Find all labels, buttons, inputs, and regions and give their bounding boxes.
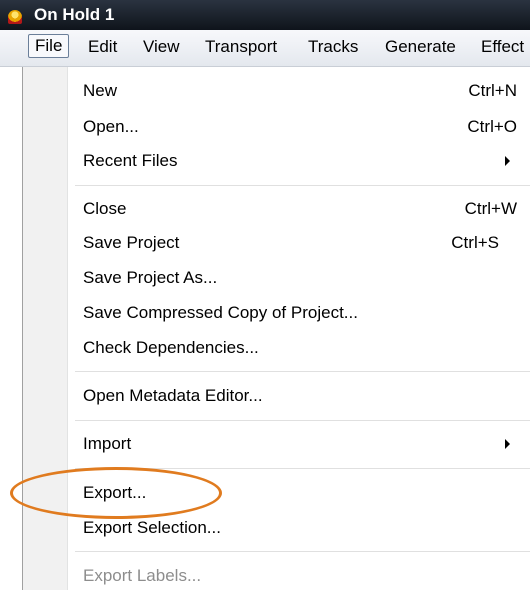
file-menu-dropdown: New Ctrl+N Open... Ctrl+O Recent Files C… <box>22 67 530 590</box>
menu-item-export-labels: Export Labels... <box>83 566 202 585</box>
menu-item-check-dependencies[interactable]: Check Dependencies... <box>83 330 259 366</box>
menu-icon-gutter <box>23 67 68 590</box>
menu-item-save-project-as[interactable]: Save Project As... <box>83 260 217 296</box>
menu-item-recent-files[interactable]: Recent Files <box>83 143 177 179</box>
menu-item-export[interactable]: Export... <box>83 475 146 511</box>
menu-separator <box>75 371 530 373</box>
menu-tracks[interactable]: Tracks <box>308 35 358 59</box>
menu-generate[interactable]: Generate <box>385 35 456 59</box>
window-title: On Hold 1 <box>34 5 115 24</box>
shortcut-open: Ctrl+O <box>467 117 517 136</box>
menu-item-save-project[interactable]: Save Project <box>83 225 179 261</box>
menu-file[interactable]: File <box>28 34 70 58</box>
menu-item-open[interactable]: Open... <box>83 109 139 145</box>
menu-separator <box>75 468 530 470</box>
shortcut-save-project: Ctrl+S <box>451 233 499 252</box>
shortcut-new: Ctrl+N <box>468 81 517 100</box>
menu-separator <box>75 185 530 187</box>
menu-item-close[interactable]: Close <box>83 191 126 227</box>
menu-view[interactable]: View <box>143 35 180 59</box>
audacity-headphones-icon <box>8 10 22 24</box>
submenu-arrow-icon <box>505 439 510 449</box>
menu-item-open-metadata-editor[interactable]: Open Metadata Editor... <box>83 378 263 414</box>
menu-edit[interactable]: Edit <box>88 35 117 59</box>
menu-item-import[interactable]: Import <box>83 426 131 462</box>
menu-effect[interactable]: Effect <box>481 35 524 59</box>
menu-item-export-selection[interactable]: Export Selection... <box>83 510 221 546</box>
menu-item-save-compressed-copy[interactable]: Save Compressed Copy of Project... <box>83 295 358 331</box>
menu-transport[interactable]: Transport <box>205 35 277 59</box>
menu-separator <box>75 551 530 553</box>
menu-bar: File Edit View Transport Tracks Generate… <box>0 30 530 67</box>
submenu-arrow-icon <box>505 156 510 166</box>
menu-item-new[interactable]: New <box>83 73 117 109</box>
shortcut-close: Ctrl+W <box>464 199 517 218</box>
menu-separator <box>75 420 530 422</box>
title-bar: On Hold 1 <box>0 0 530 30</box>
